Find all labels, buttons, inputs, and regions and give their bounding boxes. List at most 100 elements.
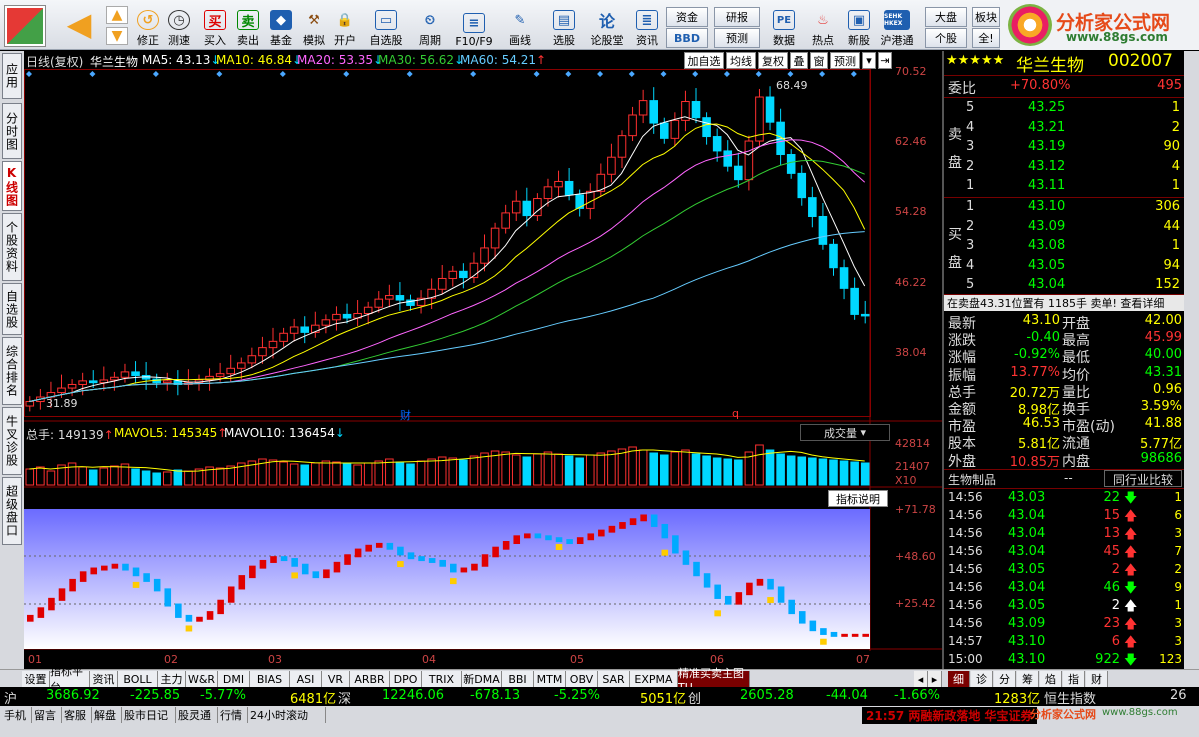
new-stock-button[interactable]: ▣ 新股 (842, 4, 876, 48)
volume-bar[interactable] (554, 453, 563, 486)
tab-watchlist[interactable]: 自选股 (2, 283, 22, 335)
tick-row[interactable]: 14:56 43.09 23 🡅 3 (944, 615, 1184, 633)
tab-ranking[interactable]: 综合排名 (2, 337, 22, 405)
watchlist-button[interactable]: ▭ 自选股 (366, 4, 406, 48)
volume-bar[interactable] (374, 460, 384, 486)
candle[interactable] (300, 316, 310, 344)
volume-bar[interactable] (46, 470, 56, 486)
single-stock-button[interactable]: 个股 (925, 28, 967, 48)
indicator-tab[interactable]: ASI (290, 671, 322, 687)
speedtest-button[interactable]: ◷ 测速 (165, 4, 193, 48)
candle[interactable] (839, 259, 849, 300)
capital-button[interactable]: 资金 (666, 7, 708, 27)
volume-bar[interactable] (596, 452, 606, 486)
status-button[interactable]: 24小时滚动 (248, 707, 326, 723)
tick-row[interactable]: 14:56 43.04 15 🡅 6 (944, 507, 1184, 525)
bid-row[interactable]: 2 43.09 44 (944, 218, 1184, 237)
indicator-tab[interactable]: OBV (566, 671, 598, 687)
volume-bar[interactable] (786, 455, 796, 486)
simulate-button[interactable]: ⚒ 模拟 (299, 4, 329, 48)
candle[interactable] (511, 190, 521, 221)
volume-bar[interactable] (480, 452, 489, 486)
tick-row[interactable]: 15:00 43.10 922 🡇 123 (944, 651, 1184, 669)
candle[interactable] (78, 372, 87, 396)
volume-bar[interactable] (839, 460, 849, 486)
sell-button[interactable]: 卖卖出 (233, 4, 263, 48)
volume-bar[interactable] (564, 455, 574, 486)
candle[interactable] (437, 265, 447, 295)
open-account-button[interactable]: 🔒 开户 (330, 4, 360, 48)
volume-bar[interactable] (818, 458, 828, 486)
volume-bar[interactable] (638, 449, 648, 486)
indicator-help-button[interactable]: 指标说明 (828, 490, 888, 507)
news-button[interactable]: ≣ 资讯 (630, 4, 664, 48)
data-button[interactable]: PE 数据 (766, 4, 802, 48)
candle[interactable] (141, 362, 151, 390)
volume-bar[interactable] (501, 451, 510, 486)
volume-bar[interactable] (110, 465, 119, 486)
volume-bar[interactable] (808, 457, 817, 486)
hotspot-button[interactable]: ♨ 热点 (806, 4, 840, 48)
candle[interactable] (395, 282, 405, 311)
volume-bar[interactable] (215, 467, 225, 486)
stock-pick-button[interactable]: ▤ 选股 (544, 4, 584, 48)
tab-apps[interactable]: 应用 (2, 53, 22, 99)
volume-bar[interactable] (469, 455, 479, 486)
candle[interactable] (406, 294, 415, 311)
volume-bar[interactable] (850, 461, 859, 486)
volume-select[interactable]: 成交量 ▾ (800, 424, 890, 441)
volume-bar[interactable] (765, 449, 775, 486)
volume-bar[interactable] (797, 456, 807, 486)
candle[interactable] (501, 204, 510, 234)
indicator-tab[interactable]: TRIX (422, 671, 462, 687)
volume-bar[interactable] (437, 456, 447, 486)
volume-bar[interactable] (131, 468, 140, 486)
quote-tab[interactable]: 筹 (1017, 671, 1039, 687)
candle[interactable] (829, 238, 838, 276)
quote-tab[interactable]: 指 (1063, 671, 1085, 687)
volume-bar[interactable] (36, 466, 45, 486)
status-button[interactable]: 客服 (62, 707, 92, 723)
volume-bar[interactable] (575, 457, 584, 486)
volume-bar[interactable] (184, 470, 193, 486)
candle[interactable] (681, 90, 690, 132)
candle[interactable] (628, 106, 637, 142)
indicator-tab[interactable]: EXPMA (630, 671, 678, 687)
tab-next-icon[interactable]: ▸ (928, 671, 942, 687)
candle[interactable] (797, 165, 807, 206)
volume-bar[interactable] (173, 469, 183, 486)
candle[interactable] (99, 366, 109, 391)
news-ticker[interactable]: 21:57 两融新政落地 华宝证券 (862, 707, 1037, 724)
candle[interactable] (268, 327, 278, 359)
candle[interactable] (607, 143, 616, 183)
indicator-tab[interactable]: ARBR (350, 671, 390, 687)
volume-bar[interactable] (25, 468, 35, 486)
volume-bar[interactable] (585, 454, 595, 486)
volume-bar[interactable] (860, 462, 870, 486)
indicator-tab[interactable]: SAR (598, 671, 630, 687)
volume-bar[interactable] (543, 451, 553, 486)
tab-kline[interactable]: K线图 (2, 161, 22, 211)
status-button[interactable]: 行情 (218, 707, 248, 723)
volume-bar[interactable] (649, 452, 658, 486)
volume-bar[interactable] (628, 446, 637, 486)
status-button[interactable]: 留言 (32, 707, 62, 723)
tab-super-quote[interactable]: 超级盘口 (2, 477, 22, 545)
tab-diagnosis[interactable]: 牛叉诊股 (2, 407, 22, 475)
volume-bar[interactable] (691, 453, 701, 486)
volume-bar[interactable] (681, 449, 690, 486)
volume-bar[interactable] (522, 456, 532, 486)
tick-row[interactable]: 14:56 43.03 22 🡇 1 (944, 489, 1184, 507)
hk-connect-button[interactable]: SEHK HKEX 沪港通 (876, 4, 918, 48)
candle[interactable] (617, 130, 627, 168)
large-order-notice[interactable]: 在卖盘43.31位置有 1185手 卖单! 查看详细 (944, 295, 1184, 311)
volume-bar[interactable] (162, 471, 172, 486)
candle[interactable] (818, 203, 828, 250)
status-button[interactable]: 股市日记 (122, 707, 176, 723)
status-button[interactable]: 股灵通 (176, 707, 218, 723)
tick-row[interactable]: 14:56 43.05 2 🡅 2 (944, 561, 1184, 579)
candle[interactable] (860, 300, 870, 324)
ask-row[interactable]: 5 43.25 1 (944, 99, 1184, 118)
candle[interactable] (385, 284, 394, 308)
candle[interactable] (850, 277, 859, 320)
